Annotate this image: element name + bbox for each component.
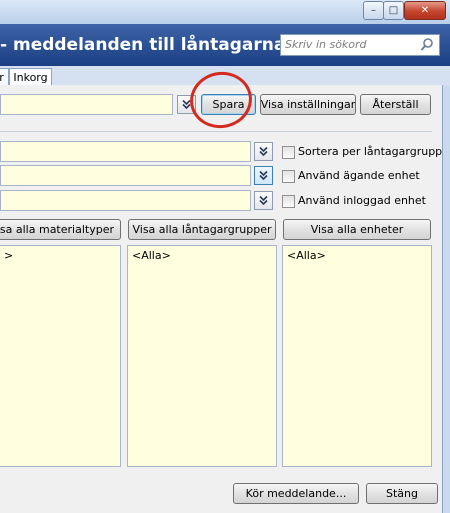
use-logged-in-unit-checkbox[interactable] <box>282 195 295 208</box>
tab-inbox[interactable]: Inkorg <box>9 68 52 86</box>
borrower-group-dropdown-button[interactable] <box>254 166 273 185</box>
search-input[interactable] <box>285 37 410 52</box>
tab-strip: r Inkorg <box>0 66 450 86</box>
reset-button-label: Återställ <box>372 98 419 111</box>
material-type-dropdown-button[interactable] <box>254 142 273 161</box>
search-box[interactable] <box>280 34 440 56</box>
borrower-group-select[interactable] <box>0 165 251 186</box>
show-settings-button[interactable]: Visa inställningar <box>260 94 356 115</box>
close-icon: ✕ <box>420 5 430 16</box>
tab-previous[interactable]: r <box>0 68 9 86</box>
main-panel: Spara Visa inställningar Återställ Sorte… <box>0 85 443 513</box>
unit-dropdown-button[interactable] <box>254 191 273 210</box>
unit-select[interactable] <box>0 190 251 211</box>
maximize-button[interactable]: □ <box>383 1 404 20</box>
settings-dropdown-button[interactable] <box>177 95 196 114</box>
show-all-units-label: Visa alla enheter <box>310 223 404 236</box>
use-logged-in-unit-label: Använd inloggad enhet <box>298 194 426 207</box>
show-all-units-button[interactable]: Visa alla enheter <box>283 219 431 240</box>
run-message-label: Kör meddelande... <box>245 487 347 500</box>
maximize-icon: □ <box>388 5 399 16</box>
unit-list[interactable]: <Alla> <box>282 245 432 467</box>
chevron-double-down-icon <box>182 99 191 110</box>
list-item[interactable]: <Alla> <box>132 249 171 262</box>
save-button[interactable]: Spara <box>201 94 256 115</box>
page-title: - meddelanden till låntagarna <box>0 35 286 55</box>
minimize-icon: – <box>371 5 376 16</box>
material-type-list[interactable]: > <box>0 245 121 467</box>
minimize-button[interactable]: – <box>363 1 384 20</box>
use-owning-unit-label: Använd ägande enhet <box>298 169 420 182</box>
show-all-borrower-groups-button[interactable]: Visa alla låntagargrupper <box>128 219 276 240</box>
chevron-double-down-icon <box>259 195 268 206</box>
sort-by-group-checkbox[interactable] <box>282 146 295 159</box>
divider <box>0 131 432 132</box>
show-all-material-types-label: sa alla materialtyper <box>0 223 114 236</box>
list-item[interactable]: > <box>4 249 13 262</box>
material-type-select[interactable] <box>0 141 251 162</box>
header-bar: - meddelanden till låntagarna <box>0 24 450 66</box>
chevron-double-down-icon <box>259 146 268 157</box>
close-button-label: Stäng <box>386 487 418 500</box>
use-owning-unit-checkbox[interactable] <box>282 170 295 183</box>
run-message-button[interactable]: Kör meddelande... <box>233 483 359 504</box>
list-item[interactable]: <Alla> <box>287 249 326 262</box>
search-icon[interactable] <box>420 37 434 52</box>
show-settings-label: Visa inställningar <box>260 98 356 111</box>
save-button-label: Spara <box>212 98 245 111</box>
show-all-borrower-groups-label: Visa alla låntagargrupper <box>132 223 272 236</box>
close-window-button[interactable]: ✕ <box>404 1 446 20</box>
sort-by-group-label: Sortera per låntagargrupp <box>298 145 443 158</box>
show-all-material-types-button[interactable]: sa alla materialtyper <box>0 219 121 240</box>
reset-button[interactable]: Återställ <box>360 94 431 115</box>
borrower-group-list[interactable]: <Alla> <box>127 245 277 467</box>
close-button[interactable]: Stäng <box>366 483 438 504</box>
settings-select[interactable] <box>0 94 173 115</box>
chevron-double-down-icon <box>259 170 268 181</box>
window-titlebar: – □ ✕ <box>0 0 450 24</box>
